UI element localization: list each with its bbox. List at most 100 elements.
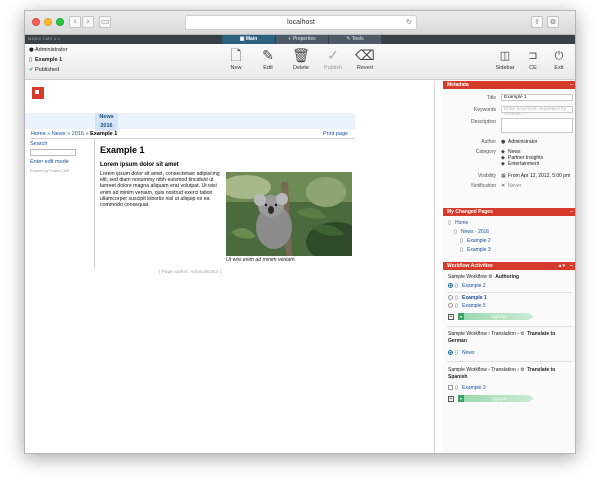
warning-icon[interactable]: ▲▾: [558, 262, 565, 270]
radio-button[interactable]: [448, 295, 453, 301]
print-page-link[interactable]: Print page: [323, 131, 348, 137]
share-icon[interactable]: ⇪: [531, 16, 543, 28]
user-icon: ●: [501, 139, 506, 145]
approve-dropdown-button[interactable]: ▾: [458, 395, 464, 402]
approve-button[interactable]: Approve: [464, 313, 534, 320]
breadcrumb-current: Example 1: [90, 131, 118, 137]
radio-button[interactable]: [448, 350, 453, 356]
back-icon[interactable]: ‹: [69, 16, 81, 28]
breadcrumb: Home » News » 2016 » Example 1: [31, 131, 118, 137]
new-button[interactable]: 🗋 New: [222, 47, 250, 71]
reload-icon[interactable]: ↻: [406, 16, 412, 29]
new-page-icon: 🗋: [230, 48, 242, 64]
workflow-group-1: Sample Workflow ⚙ Authoring: [448, 274, 520, 280]
changed-page-item[interactable]: ▯ Example 2: [460, 238, 491, 244]
divider: [447, 326, 573, 327]
collapse-icon[interactable]: −: [570, 262, 573, 270]
page-info-page: ▯ Example 1: [29, 57, 63, 63]
url-text: localhost: [287, 19, 315, 26]
minimize-window-button[interactable]: [44, 18, 52, 26]
bell-off-icon: ✕: [501, 183, 506, 189]
browser-toolbar: ‹ › ▭ localhost ↻ ⇪ ⧉: [25, 11, 575, 35]
tab-tools[interactable]: ✎ Tools: [329, 35, 381, 44]
close-window-button[interactable]: [32, 18, 40, 26]
changed-page-path[interactable]: ▯ News · 2016: [454, 229, 489, 235]
changed-pages-header[interactable]: My Changed Pages −: [443, 208, 575, 216]
add-icon[interactable]: +: [448, 396, 454, 402]
calendar-icon: ▦: [501, 173, 506, 179]
sidebar-button[interactable]: ◫ Sidebar: [491, 47, 519, 71]
category-label: Category: [475, 149, 496, 155]
approve-button[interactable]: Approve: [464, 395, 534, 402]
page-preview: News 2016 Home » News » 2016 » Example 1…: [25, 81, 435, 453]
nav-tab-news[interactable]: News 2016: [95, 113, 118, 131]
edit-mode-link[interactable]: Enter edit mode: [30, 159, 92, 165]
category-item: ◆ Entertainment: [501, 161, 540, 167]
radio-button[interactable]: [448, 303, 453, 309]
pencil-icon: ✎: [262, 48, 274, 64]
ce-button[interactable]: ⊐ CE: [519, 47, 547, 71]
right-panel: Metadata − Title Example 1 Keywords Enter…: [443, 81, 575, 453]
visibility-label: Visibility: [478, 173, 496, 179]
divider: [447, 292, 573, 293]
cms-top-bar: MODX CMS 4.1 ▦ Main ◐ Properties ✎ Tools: [25, 35, 575, 44]
address-bar[interactable]: localhost ↻: [185, 15, 417, 30]
navigation-band: [25, 113, 355, 129]
approve-dropdown-button[interactable]: ▾: [458, 313, 464, 320]
edit-button[interactable]: ✎ Edit: [254, 47, 282, 71]
collapse-icon[interactable]: −: [570, 81, 573, 89]
collapse-icon[interactable]: −: [570, 208, 573, 216]
column-divider: [94, 139, 95, 269]
workflow-header[interactable]: Workflow Activities ▲▾ −: [443, 262, 575, 270]
page-toolbar: ●Administrator ▯ Example 1 ✔Published 🗋 N…: [25, 44, 575, 80]
page-icon: ▯: [448, 220, 451, 226]
trash-icon: 🗑: [292, 48, 310, 64]
title-field[interactable]: Example 1: [501, 94, 573, 101]
sidebar-toggle-icon[interactable]: ▭: [99, 16, 111, 28]
title-label: Title: [486, 95, 496, 101]
workflow-item[interactable]: ▯ Example 3: [448, 385, 486, 391]
workflow-item[interactable]: ▯ News: [448, 350, 475, 356]
workflow-item[interactable]: ▯ Example 1: [448, 295, 487, 301]
browser-window: ‹ › ▭ localhost ↻ ⇪ ⧉ MODX CMS 4.1 ▦ Mai…: [24, 10, 576, 454]
search-input[interactable]: [30, 149, 76, 156]
notification-value[interactable]: ✕ Never: [501, 183, 521, 189]
breadcrumb-year[interactable]: 2016: [72, 131, 84, 137]
cms-brand: MODX CMS 4.1: [28, 36, 61, 41]
left-sidebar: Search Enter edit mode Powered by Projec…: [30, 141, 92, 173]
radio-button[interactable]: [448, 283, 453, 289]
breadcrumb-news[interactable]: News: [52, 131, 66, 137]
page-info-status: ✔Published: [29, 67, 60, 73]
tab-main[interactable]: ▦ Main: [222, 35, 275, 44]
changed-page-item[interactable]: ▯ Example 3: [460, 247, 491, 253]
keywords-field[interactable]: Enter keywords separated by comma...: [501, 106, 573, 117]
publish-button[interactable]: ✓ Publish: [319, 47, 347, 71]
forward-icon[interactable]: ›: [82, 16, 94, 28]
photo-caption: Ut wisi enim ad minim veniam.: [226, 257, 297, 263]
page-icon: ▯: [455, 350, 458, 356]
tab-properties[interactable]: ◐ Properties: [276, 35, 328, 44]
workflow-item[interactable]: ▯ Example 5: [448, 303, 486, 309]
article-body: Lorem ipsum dolor sit amet, consectetuer…: [100, 171, 220, 209]
tabs-overview-icon[interactable]: ⧉: [547, 16, 559, 28]
power-icon: ⏻: [554, 49, 564, 62]
sidebar-icon: ◫: [499, 49, 511, 62]
changed-page-home[interactable]: ▯ Home: [448, 220, 468, 226]
workflow-item[interactable]: ▯ Example 2: [448, 283, 486, 289]
page-icon: ▯: [460, 247, 463, 253]
delete-button[interactable]: 🗑 Delete: [287, 47, 315, 71]
revert-button[interactable]: ⌫ Revert: [351, 47, 379, 71]
page-title: Example 1: [100, 145, 145, 155]
checkbox[interactable]: [448, 385, 453, 391]
metadata-header[interactable]: Metadata −: [443, 81, 575, 89]
zoom-window-button[interactable]: [56, 18, 64, 26]
exit-button[interactable]: ⏻ Exit: [545, 47, 573, 71]
visibility-value[interactable]: ▦ From Apr 12, 2012, 5:00 pm: [501, 173, 570, 179]
breadcrumb-home[interactable]: Home: [31, 131, 46, 137]
description-field[interactable]: [501, 118, 573, 133]
page-icon: ▯: [455, 385, 458, 391]
search-label: Search: [30, 141, 48, 147]
site-logo[interactable]: [32, 87, 44, 99]
koala-photo: [226, 172, 352, 256]
add-icon[interactable]: +: [448, 314, 454, 320]
